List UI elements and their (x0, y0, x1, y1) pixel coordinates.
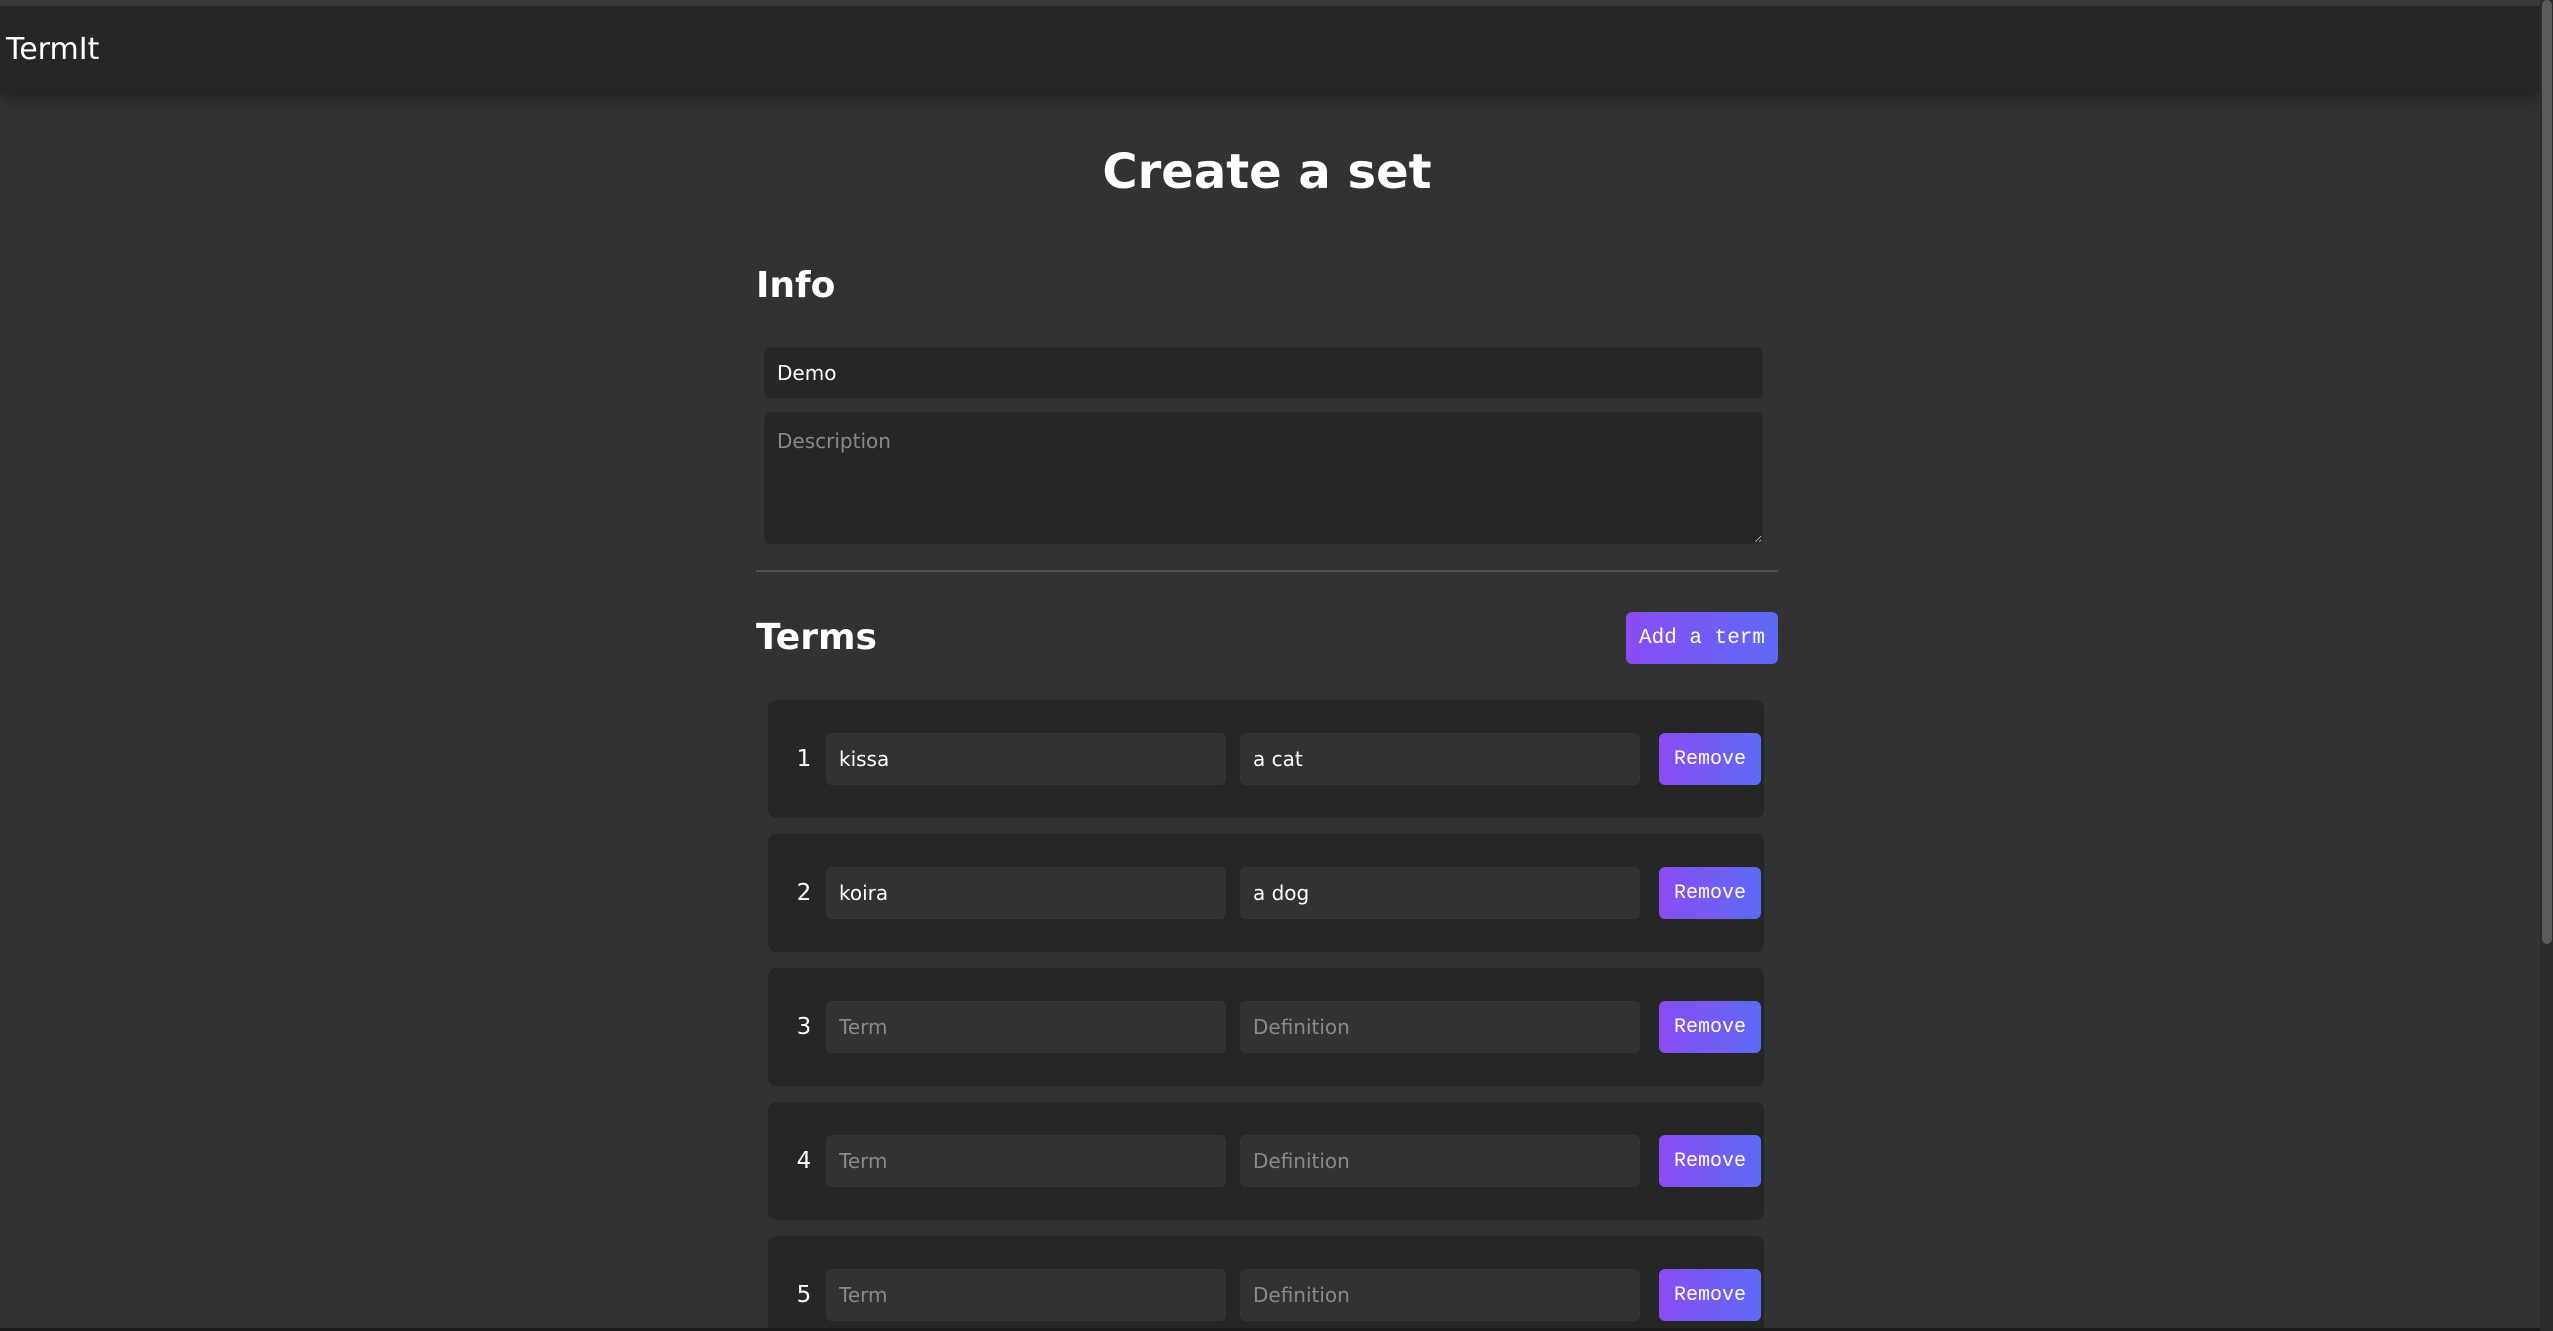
info-heading: Info (756, 265, 836, 306)
set-title-input[interactable] (764, 347, 1763, 399)
definition-input[interactable] (1240, 1001, 1640, 1053)
scrollbar[interactable] (2540, 0, 2553, 1331)
term-number: 3 (796, 1014, 812, 1040)
term-row: 5 Remove (768, 1236, 1764, 1331)
term-input[interactable] (826, 1269, 1226, 1321)
term-row: 4 Remove (768, 1102, 1764, 1220)
remove-term-button[interactable]: Remove (1659, 1269, 1761, 1321)
term-input[interactable] (826, 867, 1226, 919)
definition-input[interactable] (1240, 1269, 1640, 1321)
term-input[interactable] (826, 733, 1226, 785)
page: TermIt Create a set Info Terms Add a ter… (0, 0, 2553, 1331)
term-number: 1 (796, 746, 812, 772)
term-number: 2 (796, 880, 812, 906)
brand-logo[interactable]: TermIt (6, 32, 99, 68)
scrollbar-thumb[interactable] (2542, 0, 2552, 944)
term-number: 5 (796, 1282, 812, 1308)
term-number: 4 (796, 1148, 812, 1174)
terms-heading: Terms (756, 617, 877, 658)
remove-term-button[interactable]: Remove (1659, 1135, 1761, 1187)
add-term-button[interactable]: Add a term (1626, 612, 1778, 664)
remove-term-button[interactable]: Remove (1659, 733, 1761, 785)
remove-term-button[interactable]: Remove (1659, 867, 1761, 919)
term-row: 1 Remove (768, 700, 1764, 818)
set-description-textarea[interactable] (764, 412, 1763, 544)
term-input[interactable] (826, 1001, 1226, 1053)
definition-input[interactable] (1240, 867, 1640, 919)
navbar: TermIt (0, 6, 2540, 92)
definition-input[interactable] (1240, 733, 1640, 785)
term-row: 2 Remove (768, 834, 1764, 952)
definition-input[interactable] (1240, 1135, 1640, 1187)
page-title: Create a set (1102, 144, 1432, 200)
term-input[interactable] (826, 1135, 1226, 1187)
term-row: 3 Remove (768, 968, 1764, 1086)
remove-term-button[interactable]: Remove (1659, 1001, 1761, 1053)
section-divider (756, 570, 1778, 572)
